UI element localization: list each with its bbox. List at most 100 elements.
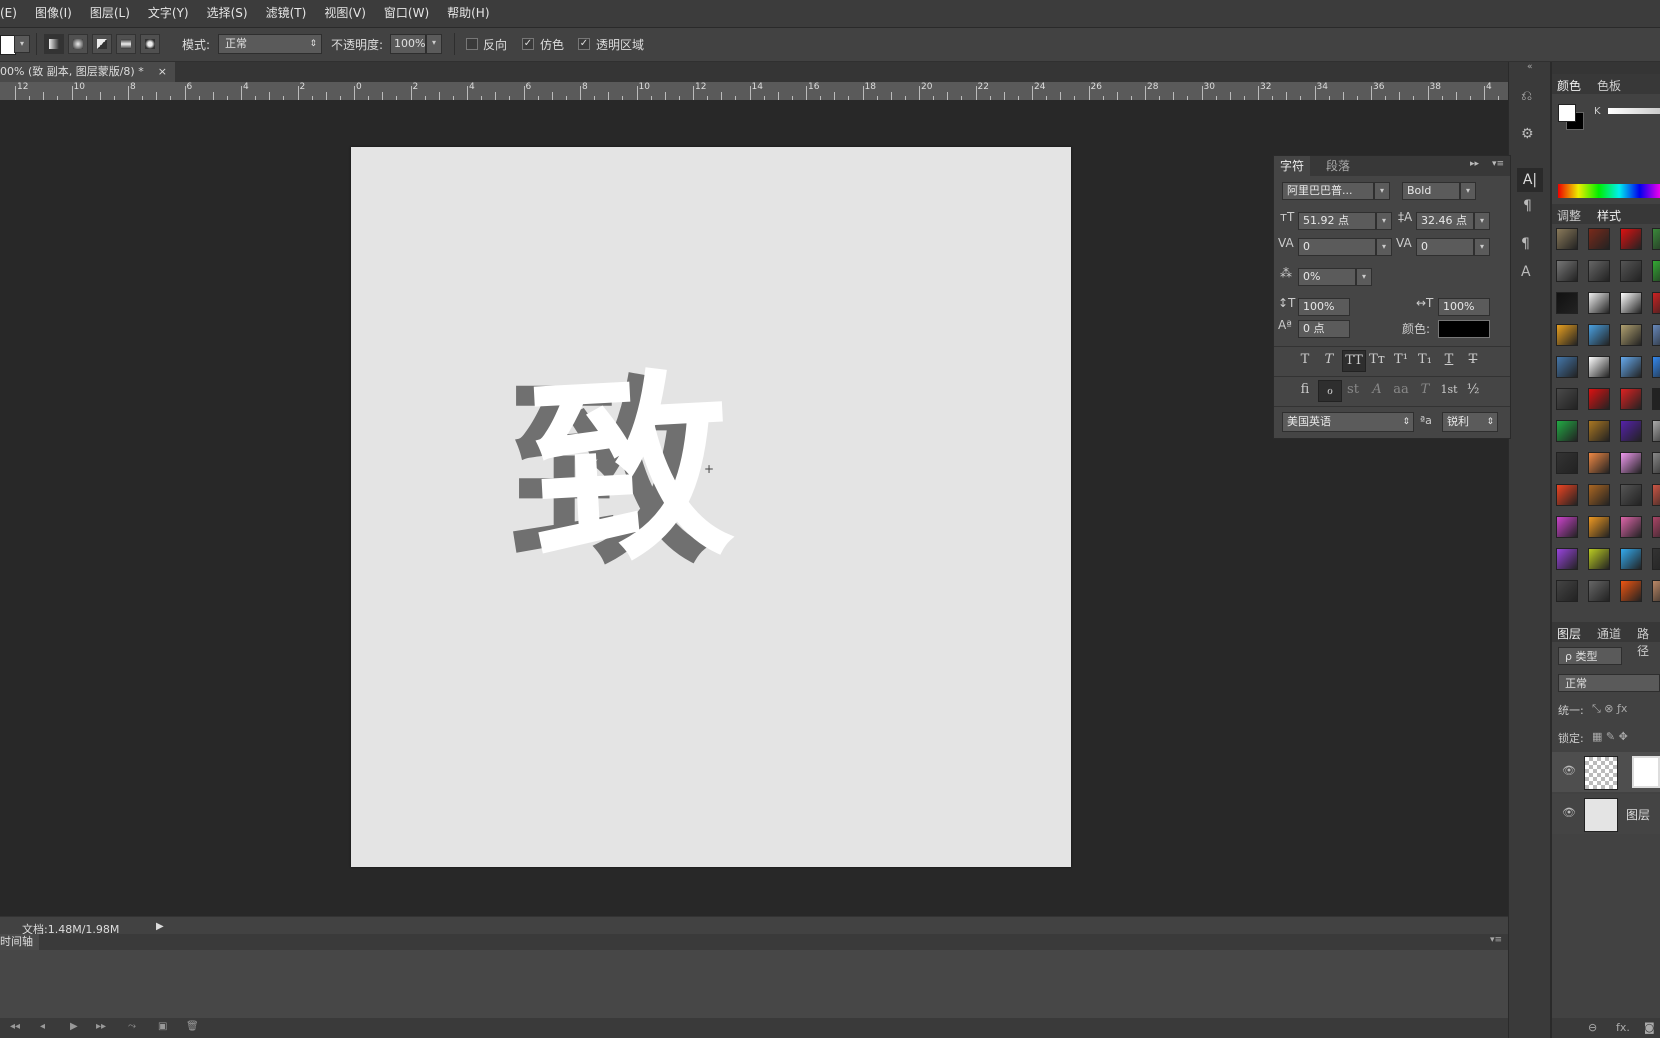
tsume-dropdown[interactable]: ▾	[1356, 268, 1372, 286]
font-family-dropdown[interactable]: ▾	[1374, 182, 1390, 200]
visibility-eye-icon[interactable]: 👁	[1562, 806, 1576, 819]
strikethrough-button[interactable]: T	[1462, 350, 1484, 370]
timeline-panel[interactable]	[0, 950, 1508, 1018]
paragraph-styles-icon[interactable]: ¶	[1521, 236, 1530, 252]
linear-gradient-icon[interactable]	[44, 34, 64, 54]
style-swatch[interactable]	[1652, 516, 1660, 538]
stylistic-alternates-button[interactable]: aa	[1390, 380, 1412, 400]
font-size-input[interactable]: 51.92 点	[1298, 212, 1376, 230]
color-spectrum[interactable]	[1558, 184, 1660, 198]
style-swatch[interactable]	[1652, 388, 1660, 410]
style-swatch[interactable]	[1556, 356, 1578, 378]
antialias-select[interactable]: 锐利 ⇕	[1442, 412, 1498, 432]
menu-filter[interactable]: 滤镜(T)	[257, 0, 316, 27]
style-swatch[interactable]	[1620, 228, 1642, 250]
style-swatch[interactable]	[1556, 420, 1578, 442]
tab-adjustments[interactable]: 调整	[1557, 207, 1581, 224]
style-swatch[interactable]	[1588, 420, 1610, 442]
status-menu-arrow-icon[interactable]: ▶	[156, 921, 164, 932]
all-caps-button[interactable]: TT	[1342, 350, 1366, 372]
menu-image[interactable]: 图像(I)	[26, 0, 81, 27]
delete-frame-icon[interactable]: 🗑	[186, 1021, 199, 1032]
style-swatch[interactable]	[1652, 228, 1660, 250]
properties-icon[interactable]: ⚙	[1521, 126, 1534, 142]
subscript-button[interactable]: T₁	[1414, 350, 1436, 370]
menu-edit[interactable]: (E)	[0, 0, 26, 27]
style-swatch[interactable]	[1588, 548, 1610, 570]
style-swatch[interactable]	[1556, 580, 1578, 602]
style-swatch[interactable]	[1652, 484, 1660, 506]
history-icon[interactable]: ⎌	[1521, 88, 1532, 104]
font-size-dropdown[interactable]: ▾	[1376, 212, 1392, 230]
font-style-dropdown[interactable]: ▾	[1460, 182, 1476, 200]
paragraph-icon[interactable]: ¶	[1523, 198, 1532, 214]
tab-channels[interactable]: 通道	[1597, 625, 1621, 642]
expand-icon[interactable]: ▸▸	[1470, 159, 1479, 169]
swash-button[interactable]: A	[1366, 380, 1388, 400]
diamond-gradient-icon[interactable]	[140, 34, 160, 54]
unify-icons[interactable]: ⤡ ⊗ ƒx	[1592, 702, 1627, 716]
radial-gradient-icon[interactable]	[68, 34, 88, 54]
style-swatch[interactable]	[1620, 388, 1642, 410]
close-tab-icon[interactable]: ×	[158, 62, 167, 82]
style-swatch[interactable]	[1620, 260, 1642, 282]
style-swatch[interactable]	[1556, 548, 1578, 570]
style-swatch[interactable]	[1588, 484, 1610, 506]
fx-icon[interactable]: fx.	[1616, 1021, 1630, 1034]
style-swatch[interactable]	[1652, 452, 1660, 474]
style-swatch[interactable]	[1556, 260, 1578, 282]
menu-select[interactable]: 选择(S)	[198, 0, 257, 27]
baseline-input[interactable]: 0 点	[1298, 320, 1350, 338]
superscript-button[interactable]: T¹	[1390, 350, 1412, 370]
kerning-input[interactable]: 0	[1298, 238, 1376, 256]
style-swatch[interactable]	[1588, 516, 1610, 538]
angle-gradient-icon[interactable]	[92, 34, 112, 54]
tab-paragraph[interactable]: 段落	[1320, 156, 1356, 176]
collapse-icon[interactable]: «	[1527, 62, 1533, 72]
layer-mask-thumbnail[interactable]	[1632, 756, 1660, 788]
underline-button[interactable]: T	[1438, 350, 1460, 370]
style-swatch[interactable]	[1588, 452, 1610, 474]
style-swatch[interactable]	[1556, 452, 1578, 474]
style-swatch[interactable]	[1620, 420, 1642, 442]
menu-window[interactable]: 窗口(W)	[375, 0, 438, 27]
style-swatch[interactable]	[1620, 484, 1642, 506]
panel-menu-icon[interactable]: ▾≡	[1492, 159, 1504, 169]
style-swatch[interactable]	[1556, 292, 1578, 314]
style-swatch[interactable]	[1652, 420, 1660, 442]
k-slider[interactable]	[1608, 108, 1660, 114]
blend-mode-select[interactable]: 正常	[1558, 674, 1660, 692]
text-color-swatch[interactable]	[1438, 320, 1490, 338]
opacity-dropdown[interactable]: ▾	[426, 34, 442, 54]
new-frame-icon[interactable]: ▣	[158, 1021, 167, 1032]
leading-input[interactable]: 32.46 点	[1416, 212, 1474, 230]
style-swatch[interactable]	[1556, 516, 1578, 538]
style-swatch[interactable]	[1588, 356, 1610, 378]
style-swatch[interactable]	[1588, 324, 1610, 346]
tsume-input[interactable]: 0%	[1298, 268, 1356, 286]
style-swatch[interactable]	[1556, 324, 1578, 346]
document-tab[interactable]: 00% (致 副本, 图层蒙版/8) * ×	[0, 62, 175, 82]
menu-help[interactable]: 帮助(H)	[438, 0, 498, 27]
add-mask-icon[interactable]: ◙	[1644, 1021, 1655, 1034]
tracking-input[interactable]: 0	[1416, 238, 1474, 256]
layer-filter-select[interactable]: ρ 类型	[1558, 647, 1622, 665]
opacity-input[interactable]: 100%	[390, 34, 426, 54]
style-swatch[interactable]	[1588, 580, 1610, 602]
mode-select[interactable]: 正常 ⇕	[218, 34, 322, 54]
style-swatch[interactable]	[1556, 388, 1578, 410]
style-swatch[interactable]	[1620, 548, 1642, 570]
style-swatch[interactable]	[1588, 388, 1610, 410]
style-swatch[interactable]	[1556, 484, 1578, 506]
small-caps-button[interactable]: Tт	[1366, 350, 1388, 370]
prev-frame-icon[interactable]: ◂	[40, 1021, 45, 1032]
horizontal-scale-input[interactable]: 100%	[1438, 298, 1490, 316]
tracking-dropdown[interactable]: ▾	[1474, 238, 1490, 256]
discretionary-ligatures-button[interactable]: st	[1342, 380, 1364, 400]
document-canvas[interactable]: 致 致 +	[351, 147, 1071, 867]
style-swatch[interactable]	[1556, 228, 1578, 250]
timeline-tab[interactable]: 时间轴	[0, 934, 39, 950]
style-swatch[interactable]	[1620, 452, 1642, 474]
style-swatch[interactable]	[1620, 324, 1642, 346]
horizontal-ruler[interactable]: 12 10 8 6 4 2 0 2 4 6 8 10 12 14 16 18 20 22 24 26 28 30 32 34 3…	[0, 82, 1508, 101]
